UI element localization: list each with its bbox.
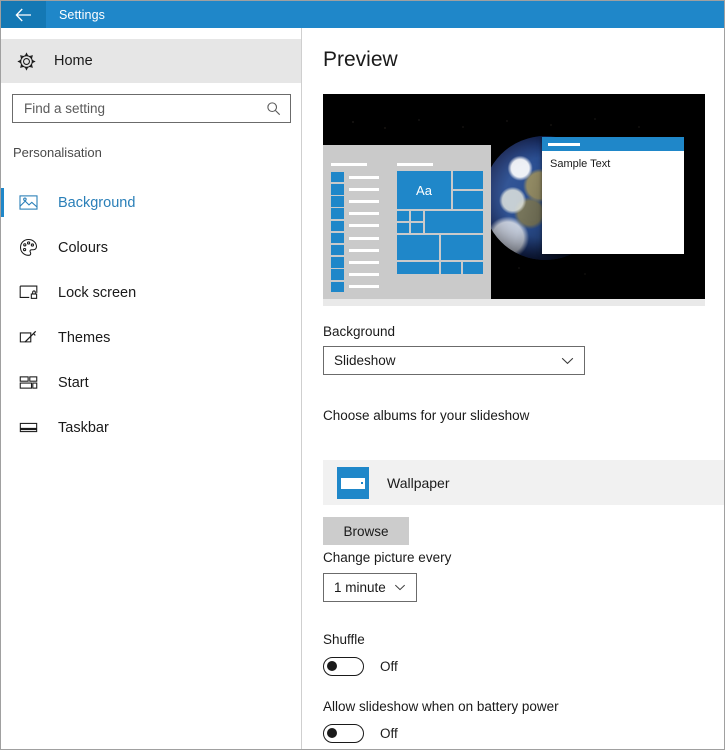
back-button[interactable] (1, 1, 46, 28)
sidebar-item-themes[interactable]: Themes (1, 315, 302, 360)
sidebar-item-background[interactable]: Background (1, 180, 302, 225)
themes-brush-icon (15, 329, 41, 347)
battery-label: Allow slideshow when on battery power (323, 699, 559, 714)
interval-dropdown[interactable]: 1 minute (323, 573, 417, 602)
sidebar: Home Personalisation (1, 28, 302, 749)
album-name: Wallpaper (387, 474, 450, 491)
background-label: Background (323, 324, 396, 339)
sidebar-label-themes: Themes (58, 329, 111, 346)
preview-tile-aa: Aa (397, 171, 451, 209)
title-bar: Settings (1, 1, 724, 28)
browse-button[interactable]: Browse (323, 517, 409, 545)
preview-sample-window: Sample Text (542, 137, 684, 254)
album-list: Wallpaper (323, 460, 724, 505)
battery-state: Off (380, 726, 398, 741)
background-preview: Aa Sample Text (323, 94, 705, 306)
selection-indicator (1, 233, 4, 262)
shuffle-toggle-row: Off (323, 657, 398, 676)
selection-indicator (1, 413, 4, 442)
interval-value: 1 minute (334, 580, 386, 595)
selection-indicator (1, 278, 4, 307)
start-tiles-icon (15, 375, 41, 390)
background-type-value: Slideshow (334, 353, 396, 368)
sidebar-item-home[interactable]: Home (1, 39, 301, 83)
back-arrow-icon (15, 8, 32, 22)
taskbar-icon (15, 421, 41, 434)
sidebar-nav-list: Background Colours Lock screen Themes St… (1, 180, 302, 450)
sidebar-item-colours[interactable]: Colours (1, 225, 302, 270)
shuffle-toggle[interactable] (323, 657, 364, 676)
preview-taskbar (323, 299, 705, 306)
window-title: Settings (59, 7, 105, 22)
chevron-down-icon (561, 357, 584, 365)
battery-toggle[interactable] (323, 724, 364, 743)
sidebar-label-start: Start (58, 374, 89, 391)
sidebar-group-label: Personalisation (13, 145, 102, 160)
preview-tile-group-line (397, 163, 433, 166)
search-box[interactable] (12, 94, 291, 123)
sidebar-label-background: Background (58, 194, 136, 211)
albums-label: Choose albums for your slideshow (323, 408, 530, 423)
battery-toggle-row: Off (323, 724, 398, 743)
selection-indicator (1, 368, 4, 397)
sidebar-item-lock-screen[interactable]: Lock screen (1, 270, 302, 315)
folder-picture-icon (337, 466, 369, 499)
shuffle-state: Off (380, 659, 398, 674)
preview-start-menu: Aa (323, 145, 491, 299)
page-title: Preview (323, 48, 398, 71)
sidebar-item-taskbar[interactable]: Taskbar (1, 405, 302, 450)
palette-icon (15, 238, 41, 257)
lock-screen-icon (15, 284, 41, 301)
sidebar-label-colours: Colours (58, 239, 108, 256)
sidebar-label-lock-screen: Lock screen (58, 284, 137, 301)
preview-sample-text: Sample Text (550, 158, 611, 170)
main-content: Preview Aa Sample Text Background Slides… (303, 28, 724, 749)
background-type-dropdown[interactable]: Slideshow (323, 346, 585, 375)
preview-start-app-list (331, 163, 389, 293)
toggle-knob (327, 728, 337, 738)
shuffle-label: Shuffle (323, 632, 365, 647)
chevron-down-icon (394, 584, 416, 591)
toggle-knob (327, 661, 337, 671)
sidebar-label-taskbar: Taskbar (58, 419, 109, 436)
picture-icon (15, 194, 41, 211)
interval-label: Change picture every (323, 550, 452, 565)
gear-icon (17, 51, 36, 71)
settings-window: Settings Home Find a setting Personalisa… (0, 0, 725, 750)
sidebar-home-label: Home (54, 53, 93, 69)
preview-start-header-line (331, 163, 367, 166)
selection-indicator (1, 323, 4, 352)
preview-window-titlebar (542, 137, 684, 151)
search-input[interactable] (13, 100, 266, 117)
selection-indicator (1, 188, 4, 217)
search-icon[interactable] (266, 101, 290, 116)
sidebar-item-start[interactable]: Start (1, 360, 302, 405)
album-item-wallpaper[interactable]: Wallpaper (323, 460, 724, 505)
preview-start-tiles: Aa (397, 163, 483, 276)
